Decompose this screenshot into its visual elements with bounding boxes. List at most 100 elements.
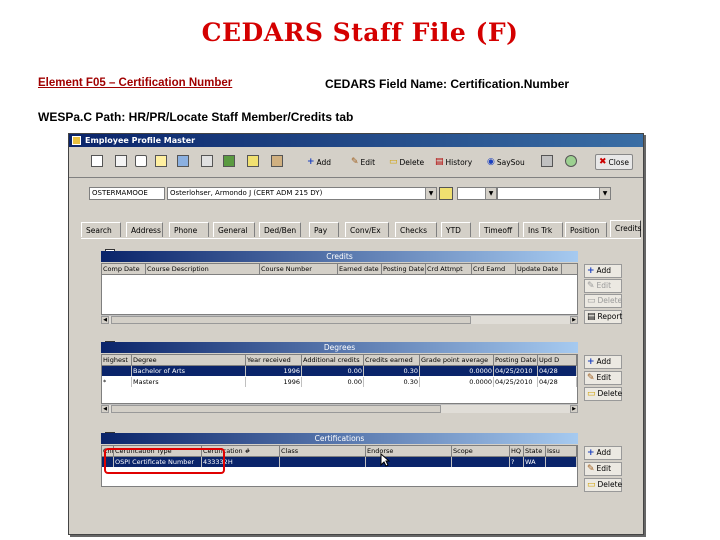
- save-button[interactable]: ◉ SaySou: [487, 156, 525, 168]
- edit-button[interactable]: ✎ Edit: [351, 156, 375, 168]
- certifications-add-button[interactable]: + Add: [584, 446, 622, 460]
- tab-position[interactable]: Position: [565, 222, 607, 237]
- column-header[interactable]: Earned date: [338, 264, 382, 274]
- pencil-icon: ✎: [587, 373, 595, 383]
- column-header[interactable]: Comp Date: [102, 264, 146, 274]
- column-header[interactable]: Posting Date: [494, 355, 538, 365]
- column-header[interactable]: Posting Date: [382, 264, 426, 274]
- table-row[interactable]: * Masters 1996 0.00 0.30 0.0000 04/25/20…: [102, 377, 577, 387]
- new-record-icon[interactable]: [91, 155, 103, 167]
- column-header[interactable]: Endorse: [366, 446, 452, 456]
- column-header[interactable]: HQ: [510, 446, 524, 456]
- add-button[interactable]: + Add: [307, 156, 331, 168]
- history-icon: ▤: [435, 157, 444, 167]
- certifications-section-header: Certifications: [101, 433, 578, 444]
- search-icon[interactable]: [155, 155, 167, 167]
- column-header[interactable]: State: [524, 446, 546, 456]
- delete-icon: ▭: [587, 296, 596, 306]
- tab-search[interactable]: Search: [81, 222, 121, 237]
- tab-general[interactable]: General: [213, 222, 255, 237]
- globe-icon[interactable]: [565, 155, 577, 167]
- table-row[interactable]: Bachelor of Arts 1996 0.00 0.30 0.0000 0…: [102, 366, 577, 376]
- document-icon[interactable]: [115, 155, 127, 167]
- tab-ins-trk[interactable]: Ins Trk: [523, 222, 563, 237]
- tab-conv-ex[interactable]: Conv/Ex: [345, 222, 389, 237]
- attach-icon[interactable]: [271, 155, 283, 167]
- column-header[interactable]: Update Date: [516, 264, 562, 274]
- column-header[interactable]: Highest: [102, 355, 132, 365]
- degrees-section-header: Degrees: [101, 342, 578, 353]
- pencil-icon: ✎: [351, 157, 359, 167]
- degrees-add-button[interactable]: + Add: [584, 355, 622, 369]
- column-header[interactable]: Issu: [546, 446, 577, 456]
- credits-hscrollbar[interactable]: ◀ ▶: [101, 315, 578, 324]
- lookup-icon[interactable]: [439, 187, 453, 200]
- tab-timeoff[interactable]: Timeoff: [479, 222, 519, 237]
- filter-combo[interactable]: ▼: [457, 187, 497, 200]
- column-header[interactable]: Crd Attmpt: [426, 264, 472, 274]
- scroll-thumb[interactable]: [111, 316, 471, 324]
- column-header[interactable]: Scope: [452, 446, 510, 456]
- toolbar-divider: [69, 177, 643, 178]
- credits-add-button[interactable]: + Add: [584, 264, 622, 278]
- certifications-delete-button[interactable]: ▭ Delete: [584, 478, 622, 492]
- chevron-down-icon[interactable]: ▼: [485, 188, 496, 199]
- credits-edit-button[interactable]: ✎ Edit: [584, 279, 622, 293]
- credits-report-button[interactable]: ▤ Report: [584, 310, 622, 324]
- column-header[interactable]: Additional credits: [302, 355, 364, 365]
- column-header[interactable]: Course Description: [146, 264, 260, 274]
- scroll-left-icon[interactable]: ◀: [101, 316, 109, 324]
- scroll-right-icon[interactable]: ▶: [570, 316, 578, 324]
- window-title: Employee Profile Master: [85, 136, 196, 145]
- directory-icon[interactable]: [177, 155, 189, 167]
- calculator-icon[interactable]: [201, 155, 213, 167]
- chevron-down-icon[interactable]: ▼: [425, 188, 436, 199]
- column-header[interactable]: Class: [280, 446, 366, 456]
- check-list-icon[interactable]: [135, 155, 147, 167]
- degrees-hscrollbar[interactable]: ◀ ▶: [101, 404, 578, 413]
- column-header[interactable]: Credits earned: [364, 355, 420, 365]
- tab-phone[interactable]: Phone: [169, 222, 209, 237]
- scroll-right-icon[interactable]: ▶: [570, 405, 578, 413]
- scroll-thumb[interactable]: [111, 405, 441, 413]
- scroll-left-icon[interactable]: ◀: [101, 405, 109, 413]
- tab-ded-ben[interactable]: Ded/Ben: [259, 222, 301, 237]
- column-header[interactable]: Grade point average: [420, 355, 494, 365]
- column-header[interactable]: Year received: [246, 355, 302, 365]
- credits-delete-button[interactable]: ▭ Delete: [584, 294, 622, 308]
- column-header[interactable]: Degree: [132, 355, 246, 365]
- employee-name-combo[interactable]: Osterlohser, Armondo J (CERT ADM 215 DY)…: [167, 187, 437, 200]
- plus-icon: +: [587, 266, 595, 276]
- tab-credits[interactable]: Credits: [610, 220, 641, 237]
- tree-icon[interactable]: [223, 155, 235, 167]
- binoculars-icon[interactable]: [541, 155, 553, 167]
- window-app-icon: [72, 136, 81, 145]
- window-titlebar: Employee Profile Master: [69, 134, 643, 147]
- report-icon: ▤: [587, 312, 596, 322]
- column-header[interactable]: Crd Earnd: [472, 264, 516, 274]
- employee-id-combo[interactable]: OSTERMAMOOE: [89, 187, 165, 200]
- chart-icon[interactable]: [247, 155, 259, 167]
- tab-pay[interactable]: Pay: [309, 222, 339, 237]
- history-button[interactable]: ▤ History: [435, 156, 472, 168]
- element-label: Element F05 – Certification Number: [38, 77, 233, 89]
- close-button[interactable]: ✖ Close: [595, 154, 633, 170]
- column-header[interactable]: Course Number: [260, 264, 338, 274]
- degrees-grid[interactable]: Highest Degree Year received Additional …: [101, 354, 578, 404]
- tab-ytd[interactable]: YTD: [441, 222, 471, 237]
- degrees-delete-button[interactable]: ▭ Delete: [584, 387, 622, 401]
- tab-checks[interactable]: Checks: [395, 222, 437, 237]
- toolbar: + Add ✎ Edit ▭ Delete ▤ History ◉ SaySou ✖ Clo…: [69, 148, 643, 176]
- chevron-down-icon[interactable]: ▼: [599, 188, 610, 199]
- degrees-edit-button[interactable]: ✎ Edit: [584, 371, 622, 385]
- certifications-edit-button[interactable]: ✎ Edit: [584, 462, 622, 476]
- column-header[interactable]: Upd D: [538, 355, 577, 365]
- secondary-combo[interactable]: ▼: [497, 187, 611, 200]
- credits-grid[interactable]: Comp Date Course Description Course Numb…: [101, 263, 578, 315]
- field-name-label: CEDARS Field Name: Certification.Number: [325, 77, 570, 91]
- slide-title: CEDARS Staff File (F): [201, 18, 519, 47]
- delete-button[interactable]: ▭ Delete: [389, 156, 424, 168]
- tab-address[interactable]: Address: [126, 222, 163, 237]
- employee-profile-window: Employee Profile Master + Add ✎ Edit ▭ Dele…: [68, 133, 644, 535]
- plus-icon: +: [587, 448, 595, 458]
